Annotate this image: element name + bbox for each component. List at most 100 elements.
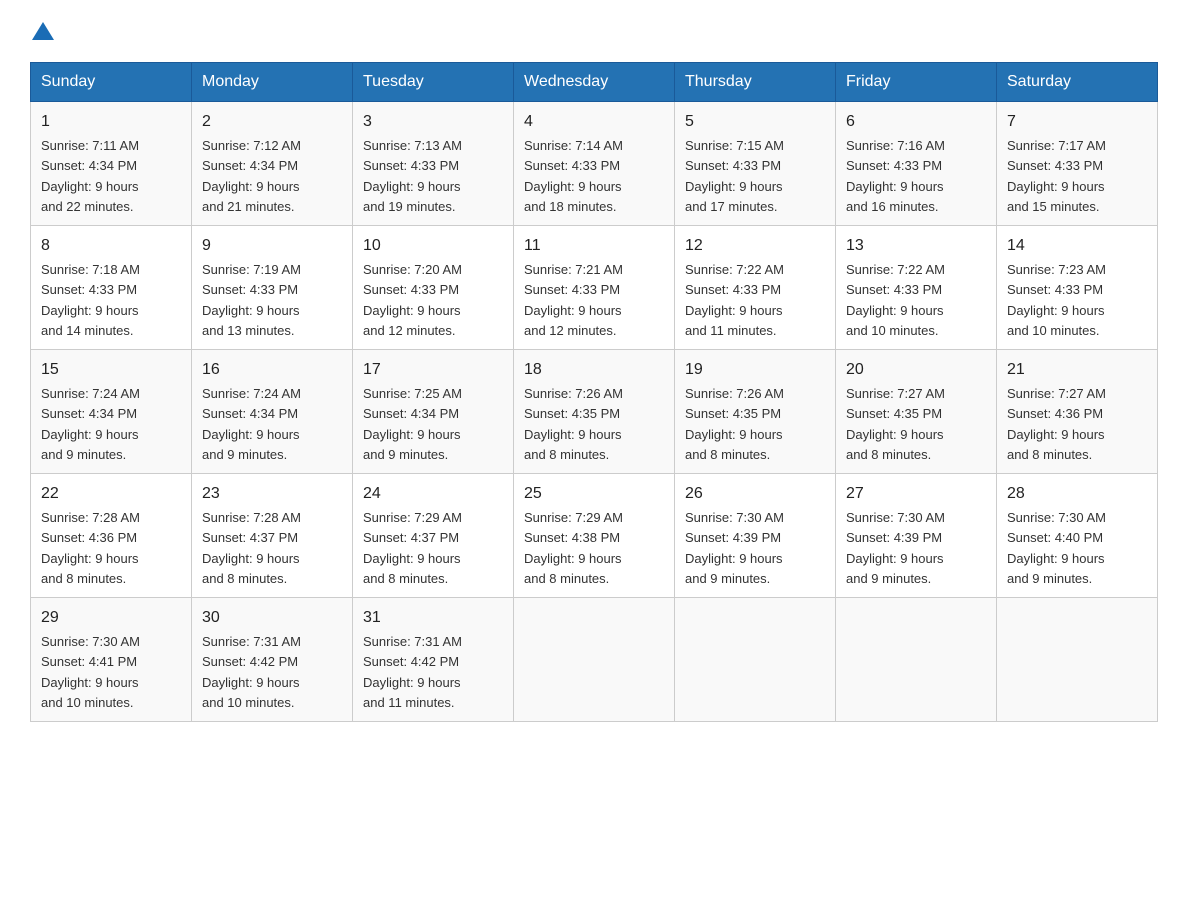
day-info: Sunrise: 7:11 AMSunset: 4:34 PMDaylight:… [41,138,139,214]
day-header-thursday: Thursday [675,63,836,102]
day-info: Sunrise: 7:24 AMSunset: 4:34 PMDaylight:… [202,386,301,462]
day-info: Sunrise: 7:25 AMSunset: 4:34 PMDaylight:… [363,386,462,462]
day-info: Sunrise: 7:24 AMSunset: 4:34 PMDaylight:… [41,386,140,462]
calendar-cell: 16 Sunrise: 7:24 AMSunset: 4:34 PMDayligh… [192,350,353,474]
calendar-cell [836,598,997,722]
day-info: Sunrise: 7:13 AMSunset: 4:33 PMDaylight:… [363,138,462,214]
day-info: Sunrise: 7:28 AMSunset: 4:36 PMDaylight:… [41,510,140,586]
calendar-header: SundayMondayTuesdayWednesdayThursdayFrid… [31,63,1158,102]
calendar-cell: 22 Sunrise: 7:28 AMSunset: 4:36 PMDayligh… [31,474,192,598]
calendar-cell: 19 Sunrise: 7:26 AMSunset: 4:35 PMDayligh… [675,350,836,474]
day-info: Sunrise: 7:30 AMSunset: 4:39 PMDaylight:… [685,510,784,586]
day-number: 1 [41,110,181,134]
day-info: Sunrise: 7:31 AMSunset: 4:42 PMDaylight:… [202,634,301,710]
calendar-cell: 9 Sunrise: 7:19 AMSunset: 4:33 PMDaylight… [192,226,353,350]
calendar-cell: 26Sunrise: 7:30 AMSunset: 4:39 PMDayligh… [675,474,836,598]
day-number: 9 [202,234,342,258]
day-number: 20 [846,358,986,382]
calendar-cell: 10 Sunrise: 7:20 AMSunset: 4:33 PMDayligh… [353,226,514,350]
day-info: Sunrise: 7:27 AMSunset: 4:35 PMDaylight:… [846,386,945,462]
day-info: Sunrise: 7:29 AMSunset: 4:38 PMDaylight:… [524,510,623,586]
calendar-cell: 5 Sunrise: 7:15 AMSunset: 4:33 PMDaylight… [675,102,836,226]
day-number: 27 [846,482,986,506]
calendar-table: SundayMondayTuesdayWednesdayThursdayFrid… [30,62,1158,722]
calendar-cell: 20 Sunrise: 7:27 AMSunset: 4:35 PMDayligh… [836,350,997,474]
day-info: Sunrise: 7:17 AMSunset: 4:33 PMDaylight:… [1007,138,1106,214]
day-info: Sunrise: 7:27 AMSunset: 4:36 PMDaylight:… [1007,386,1106,462]
calendar-cell: 12 Sunrise: 7:22 AMSunset: 4:33 PMDayligh… [675,226,836,350]
calendar-cell: 11 Sunrise: 7:21 AMSunset: 4:33 PMDayligh… [514,226,675,350]
day-number: 24 [363,482,503,506]
day-header-friday: Friday [836,63,997,102]
day-number: 5 [685,110,825,134]
day-number: 19 [685,358,825,382]
calendar-cell: 14 Sunrise: 7:23 AMSunset: 4:33 PMDayligh… [997,226,1158,350]
calendar-cell: 1 Sunrise: 7:11 AMSunset: 4:34 PMDaylight… [31,102,192,226]
day-number: 23 [202,482,342,506]
day-number: 22 [41,482,181,506]
calendar-cell: 13 Sunrise: 7:22 AMSunset: 4:33 PMDayligh… [836,226,997,350]
calendar-week-row: 22 Sunrise: 7:28 AMSunset: 4:36 PMDayligh… [31,474,1158,598]
day-info: Sunrise: 7:19 AMSunset: 4:33 PMDaylight:… [202,262,301,338]
calendar-cell: 18Sunrise: 7:26 AMSunset: 4:35 PMDayligh… [514,350,675,474]
day-info: Sunrise: 7:26 AMSunset: 4:35 PMDaylight:… [524,386,623,462]
day-info: Sunrise: 7:31 AMSunset: 4:42 PMDaylight:… [363,634,462,710]
day-header-sunday: Sunday [31,63,192,102]
day-info: Sunrise: 7:16 AMSunset: 4:33 PMDaylight:… [846,138,945,214]
calendar-cell: 25 Sunrise: 7:29 AMSunset: 4:38 PMDayligh… [514,474,675,598]
day-number: 14 [1007,234,1147,258]
day-info: Sunrise: 7:22 AMSunset: 4:33 PMDaylight:… [685,262,784,338]
day-number: 15 [41,358,181,382]
day-number: 16 [202,358,342,382]
day-number: 2 [202,110,342,134]
calendar-cell: 31Sunrise: 7:31 AMSunset: 4:42 PMDayligh… [353,598,514,722]
day-number: 10 [363,234,503,258]
day-header-monday: Monday [192,63,353,102]
day-info: Sunrise: 7:30 AMSunset: 4:39 PMDaylight:… [846,510,945,586]
day-number: 25 [524,482,664,506]
logo [30,20,54,44]
calendar-cell [675,598,836,722]
day-number: 21 [1007,358,1147,382]
day-number: 12 [685,234,825,258]
day-info: Sunrise: 7:21 AMSunset: 4:33 PMDaylight:… [524,262,623,338]
day-headers-row: SundayMondayTuesdayWednesdayThursdayFrid… [31,63,1158,102]
calendar-week-row: 8 Sunrise: 7:18 AMSunset: 4:33 PMDaylight… [31,226,1158,350]
day-info: Sunrise: 7:23 AMSunset: 4:33 PMDaylight:… [1007,262,1106,338]
day-number: 28 [1007,482,1147,506]
calendar-week-row: 29 Sunrise: 7:30 AMSunset: 4:41 PMDayligh… [31,598,1158,722]
calendar-cell: 29 Sunrise: 7:30 AMSunset: 4:41 PMDayligh… [31,598,192,722]
calendar-body: 1 Sunrise: 7:11 AMSunset: 4:34 PMDaylight… [31,102,1158,722]
day-info: Sunrise: 7:12 AMSunset: 4:34 PMDaylight:… [202,138,301,214]
day-info: Sunrise: 7:30 AMSunset: 4:40 PMDaylight:… [1007,510,1106,586]
calendar-cell: 28 Sunrise: 7:30 AMSunset: 4:40 PMDayligh… [997,474,1158,598]
day-number: 6 [846,110,986,134]
day-number: 7 [1007,110,1147,134]
calendar-cell: 2 Sunrise: 7:12 AMSunset: 4:34 PMDaylight… [192,102,353,226]
calendar-cell: 4Sunrise: 7:14 AMSunset: 4:33 PMDaylight… [514,102,675,226]
day-number: 17 [363,358,503,382]
day-info: Sunrise: 7:30 AMSunset: 4:41 PMDaylight:… [41,634,140,710]
day-info: Sunrise: 7:29 AMSunset: 4:37 PMDaylight:… [363,510,462,586]
calendar-week-row: 15 Sunrise: 7:24 AMSunset: 4:34 PMDayligh… [31,350,1158,474]
day-info: Sunrise: 7:20 AMSunset: 4:33 PMDaylight:… [363,262,462,338]
day-number: 13 [846,234,986,258]
day-number: 30 [202,606,342,630]
day-info: Sunrise: 7:22 AMSunset: 4:33 PMDaylight:… [846,262,945,338]
day-header-wednesday: Wednesday [514,63,675,102]
day-info: Sunrise: 7:26 AMSunset: 4:35 PMDaylight:… [685,386,784,462]
day-number: 3 [363,110,503,134]
day-number: 8 [41,234,181,258]
day-info: Sunrise: 7:15 AMSunset: 4:33 PMDaylight:… [685,138,784,214]
calendar-cell: 27 Sunrise: 7:30 AMSunset: 4:39 PMDayligh… [836,474,997,598]
calendar-cell: 23Sunrise: 7:28 AMSunset: 4:37 PMDayligh… [192,474,353,598]
day-number: 11 [524,234,664,258]
page-header [30,20,1158,44]
calendar-cell [514,598,675,722]
calendar-cell: 7 Sunrise: 7:17 AMSunset: 4:33 PMDaylight… [997,102,1158,226]
day-number: 4 [524,110,664,134]
day-number: 29 [41,606,181,630]
day-info: Sunrise: 7:18 AMSunset: 4:33 PMDaylight:… [41,262,140,338]
calendar-cell [997,598,1158,722]
calendar-cell: 21 Sunrise: 7:27 AMSunset: 4:36 PMDayligh… [997,350,1158,474]
